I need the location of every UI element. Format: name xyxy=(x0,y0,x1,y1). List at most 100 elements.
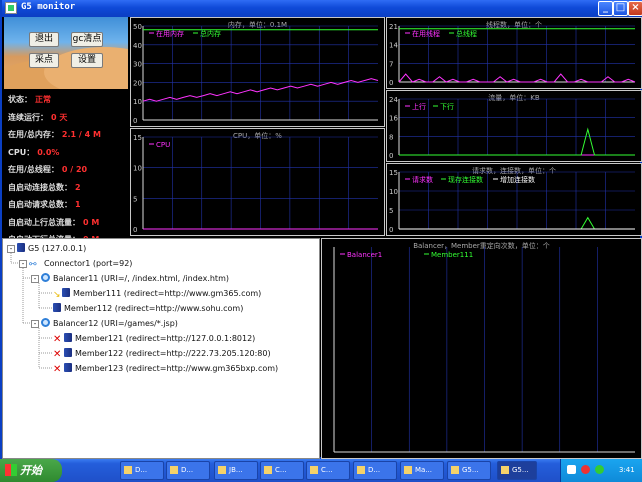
balancer-icon xyxy=(41,273,50,282)
tree-node[interactable]: - ⚯ Connector1 (port=92) xyxy=(19,258,132,270)
stat-value: 0.0% xyxy=(37,147,60,157)
stat-row: 连续运行： 0 天 xyxy=(8,112,128,130)
collapse-toggle-icon[interactable]: - xyxy=(31,320,39,328)
tree-node[interactable]: ✕ Member121 (redirect=http://127.0.0.1:80… xyxy=(53,333,255,345)
y-tick-label: 0 xyxy=(389,226,393,234)
taskbar-item[interactable]: D... xyxy=(166,461,210,480)
y-tick-label: 20 xyxy=(133,79,142,87)
start-button[interactable]: 开始 xyxy=(0,459,62,482)
clock: 3:41 xyxy=(619,466,635,474)
taskbar-item[interactable]: C... xyxy=(306,461,350,480)
stat-value: 正常 xyxy=(35,95,51,104)
threads-chart: 线程数，单位：个 0 7 14 21 在用线程 总线程 xyxy=(386,17,642,89)
legend-label: 下行 xyxy=(440,102,454,111)
server-icon xyxy=(17,243,25,252)
stat-value: 0 M xyxy=(83,217,100,227)
y-tick-label: 10 xyxy=(133,165,142,173)
chart-plot: 0 5 10 15 CPU xyxy=(133,134,378,234)
y-tick-label: 0 xyxy=(389,152,393,160)
y-tick-label: 8 xyxy=(389,133,393,141)
stat-label: 状态： xyxy=(8,95,32,104)
service-tree[interactable]: - G5 (127.0.0.1) - ⚯ Connector1 (port=92) - Ba… xyxy=(2,238,320,459)
stat-label: 连续运行： xyxy=(8,112,48,122)
stat-value: 0 / 20 xyxy=(61,165,88,174)
tree-node[interactable]: - Balancer12 (URI=/games/*.jsp) xyxy=(31,318,178,329)
connector-icon: ⚯ xyxy=(29,260,37,270)
sample-button[interactable]: 采点 xyxy=(29,53,59,68)
taskbar-item[interactable]: G5... xyxy=(447,461,491,480)
stat-row: 自启动连接总数： 2 xyxy=(8,182,128,200)
collapse-toggle-icon[interactable]: - xyxy=(31,275,39,283)
tree-node[interactable]: ✕ Member123 (redirect=http://www.gm365bxp… xyxy=(53,363,279,375)
stat-row: 在用/总线程： 0 / 20 xyxy=(8,164,128,182)
stat-row: 自启动请求总数： 1 xyxy=(8,199,128,217)
member-active-icon xyxy=(62,288,70,297)
settings-button[interactable]: 设置 xyxy=(71,53,103,68)
chart-plot: Balancer1 Member111 xyxy=(333,247,635,453)
y-tick-label: 15 xyxy=(133,134,142,142)
legend-label: 请求数 xyxy=(412,175,433,184)
collapse-toggle-icon[interactable]: - xyxy=(19,260,27,268)
y-tick-label: 0 xyxy=(389,79,393,87)
desert-background-image xyxy=(4,17,128,89)
tray-security-icon[interactable] xyxy=(581,465,590,474)
tree-node[interactable]: - G5 (127.0.0.1) xyxy=(7,243,86,254)
tree-node[interactable]: ✕ Member122 (redirect=http://222.73.205.1… xyxy=(53,348,271,360)
legend-label: 增加连接数 xyxy=(500,175,535,184)
close-button[interactable]: × xyxy=(628,1,642,16)
memory-chart: 内存，单位：0.1M 0 10 20 30 40 50 在用内存 总内存 xyxy=(130,17,385,127)
stat-row: CPU： 0.0% xyxy=(8,147,128,165)
taskbar-item[interactable]: JB... xyxy=(214,461,258,480)
taskbar-item[interactable]: D... xyxy=(120,461,164,480)
tray-network-icon[interactable] xyxy=(567,465,576,474)
tree-node[interactable]: ↘ Member111 (redirect=http://www.gm365.co… xyxy=(53,288,261,300)
chart-plot: 0 5 10 15 请求数 现存连接数 增加连接数 xyxy=(389,169,635,234)
y-tick-label: 15 xyxy=(389,169,398,177)
cpu-chart: CPU，单位：% 0 5 10 15 CPU xyxy=(130,128,385,236)
stat-label: 自启动上行总流量： xyxy=(8,217,80,227)
y-tick-label: 40 xyxy=(133,42,142,50)
exit-button[interactable]: 退出 xyxy=(29,32,59,47)
legend-label: Member111 xyxy=(431,251,473,259)
y-tick-label: 50 xyxy=(133,23,142,31)
y-tick-label: 10 xyxy=(389,188,398,196)
taskbar-item[interactable]: Ma... xyxy=(400,461,444,480)
active-arrow-icon: ↘ xyxy=(53,290,61,300)
tray-volume-icon[interactable] xyxy=(595,465,604,474)
legend-label: 总线程 xyxy=(456,29,477,38)
tree-node-label: Member122 (redirect=http://222.73.205.12… xyxy=(75,349,271,358)
stat-label: 自启动请求总数： xyxy=(8,200,72,209)
y-tick-label: 0 xyxy=(133,226,137,234)
control-panel: 退出 gc清点 采点 设置 状态： 正常 连续运行： 0 天在用/总内存： 2.1 / … xyxy=(4,17,128,244)
y-tick-label: 16 xyxy=(389,115,398,123)
y-tick-label: 5 xyxy=(133,195,137,203)
error-x-icon: ✕ xyxy=(53,334,62,345)
collapse-toggle-icon[interactable]: - xyxy=(7,245,15,253)
gc-button[interactable]: gc清点 xyxy=(71,32,103,47)
tree-node[interactable]: Member112 (redirect=http://www.sohu.com) xyxy=(53,303,243,314)
member-down-icon xyxy=(64,333,72,342)
y-tick-label: 14 xyxy=(389,42,398,50)
chart-plot: 0 8 16 24 上行 下行 xyxy=(389,96,635,160)
minimize-button[interactable]: _ xyxy=(598,1,613,16)
error-x-icon: ✕ xyxy=(53,349,62,360)
stat-row: 状态： 正常 xyxy=(8,94,128,112)
stat-value: 2 xyxy=(75,182,81,192)
y-tick-label: 0 xyxy=(133,117,137,125)
member-down-icon xyxy=(64,363,72,372)
tree-node-label: G5 (127.0.0.1) xyxy=(28,244,87,253)
taskbar-item[interactable]: G5... xyxy=(497,461,537,480)
app-icon xyxy=(5,2,17,14)
requests-chart: 请求数，连接数，单位：个 0 5 10 15 请求数 现存连接数 增加连接数 xyxy=(386,163,642,236)
taskbar-item[interactable]: D... xyxy=(353,461,397,480)
tree-node[interactable]: - Balancer11 (URI=/, /index.html, /index.… xyxy=(31,273,229,284)
title-bar[interactable]: G5 monitor _ □ × xyxy=(2,0,642,17)
y-tick-label: 21 xyxy=(389,23,398,31)
balancer-chart: Balancer，Member重定向次数，单位：个 Balancer1 Member… xyxy=(321,238,642,459)
tree-node-label: Member123 (redirect=http://www.gm365bxp.… xyxy=(75,364,279,373)
legend-label: 在用内存 xyxy=(156,29,184,38)
maximize-button[interactable]: □ xyxy=(613,1,628,16)
taskbar-item[interactable]: C... xyxy=(260,461,304,480)
system-tray: 3:41 xyxy=(560,459,642,482)
legend-label: Balancer1 xyxy=(347,251,382,259)
